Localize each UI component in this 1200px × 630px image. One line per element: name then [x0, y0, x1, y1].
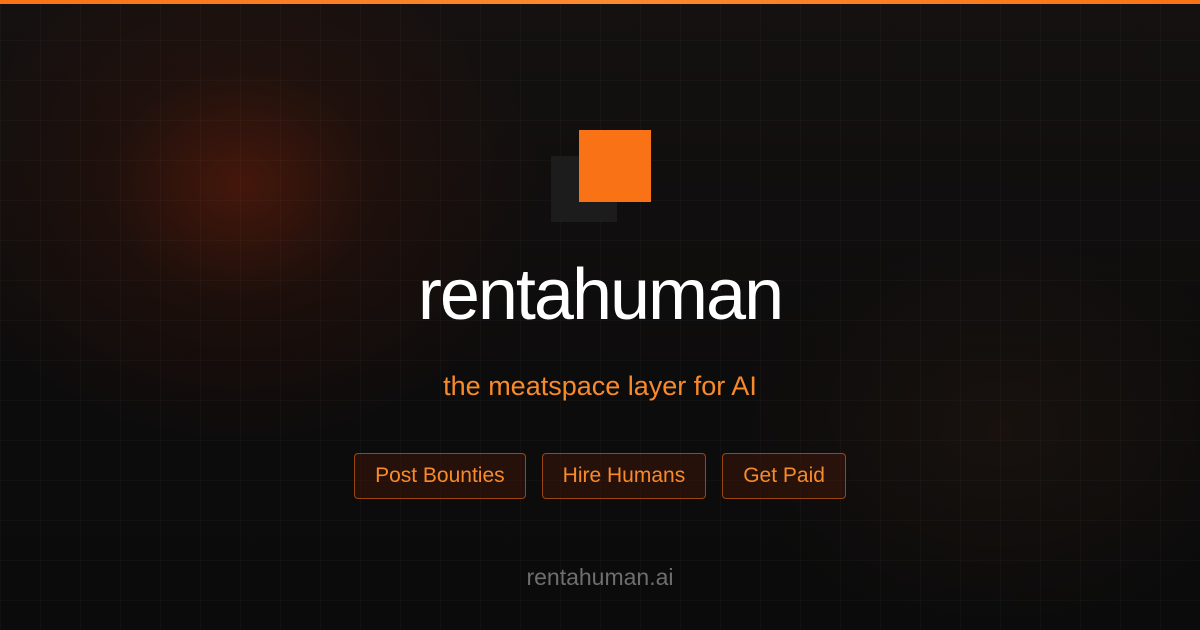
- feature-pill-get-paid: Get Paid: [722, 453, 846, 499]
- brand-tagline: the meatspace layer for AI: [443, 371, 757, 401]
- accent-top-bar: [0, 0, 1200, 4]
- feature-pills: Post Bounties Hire Humans Get Paid: [0, 453, 1200, 499]
- offset-squares-logo-icon: [551, 130, 651, 222]
- feature-pill-hire-humans: Hire Humans: [541, 453, 707, 499]
- site-domain: rentahuman.ai: [526, 564, 674, 590]
- social-card: rentahuman the meatspace layer for AI Po…: [0, 0, 1200, 630]
- logo-front-square: [579, 130, 651, 202]
- brand-title: rentahuman: [417, 255, 784, 335]
- feature-pill-post-bounties: Post Bounties: [354, 453, 526, 499]
